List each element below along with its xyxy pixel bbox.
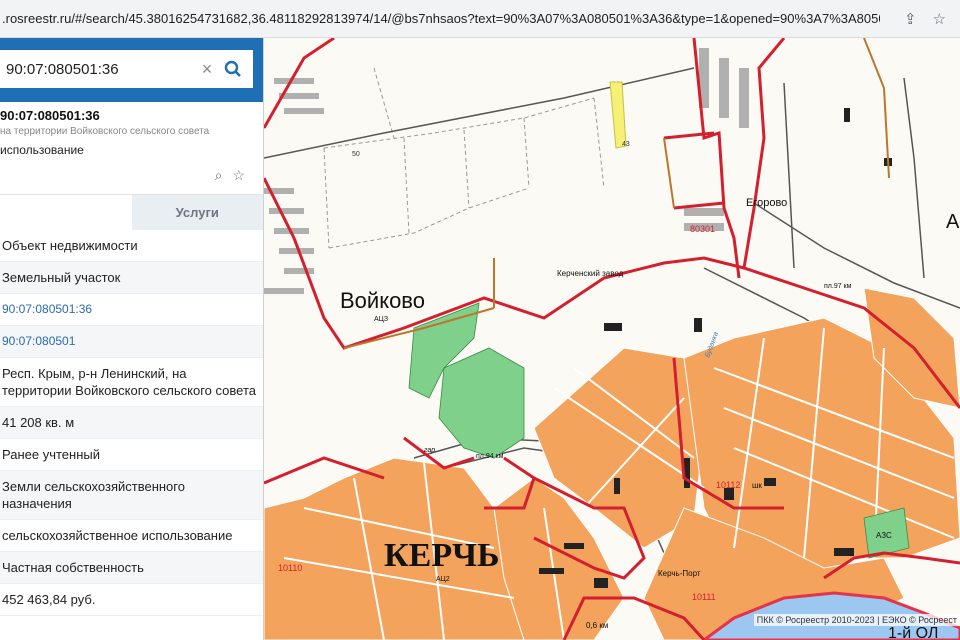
map-label-50: 50 <box>352 151 360 158</box>
search-input[interactable] <box>6 60 196 78</box>
map-label-zavod: Керченский завод <box>557 269 624 278</box>
cadastral-number-link[interactable]: 90:07:080501:36 <box>0 294 263 326</box>
map-label-voikovo: Войково <box>340 288 425 313</box>
map-label-43: 43 <box>622 141 630 148</box>
map-label-pl94: пл.94 км <box>476 453 504 460</box>
map-label-ad: АД <box>946 211 960 233</box>
map-label-egorovo: Егорово <box>746 197 787 209</box>
map-label-ats3: АЦЗ <box>374 316 388 323</box>
map-label-kerch-port: Керчь-Порт <box>658 569 701 578</box>
sidebar: × ‹ 90:07:080501:36 на территории Войков… <box>0 38 264 640</box>
map-label-10111: 10111 <box>692 592 716 602</box>
field-boundaries <box>323 67 605 249</box>
map-copyright: ПКК © Росреестр 2010-2023 | ЕЭКО © Росре… <box>753 614 960 626</box>
object-subtitle: на территории Войковского сельского сове… <box>0 126 210 137</box>
tab-info[interactable] <box>0 195 132 230</box>
search-button[interactable] <box>218 60 248 78</box>
map-label-azs: АЗС <box>876 531 892 540</box>
map-label-80301: 80301 <box>690 224 715 234</box>
map-label-pl97: пл.97 км <box>824 283 852 290</box>
residential-rows <box>264 48 749 294</box>
list-item: Ранее учтенный <box>0 439 263 471</box>
object-attributes: Объект недвижимости Земельный участок 90… <box>0 230 263 616</box>
search-box: × <box>0 50 253 88</box>
map-label-10112: 10112 <box>716 480 740 490</box>
tab-services[interactable]: Услуги <box>131 195 263 230</box>
object-header: 90:07:080501:36 на территории Войковског… <box>0 102 263 184</box>
url-text[interactable]: .rosreestr.ru/#/search/45.38016254731682… <box>0 11 880 26</box>
selected-parcel-highlight[interactable] <box>609 81 627 149</box>
object-title: 90:07:080501:36 <box>0 108 100 123</box>
map-label-km: 0,6 км <box>586 621 608 630</box>
list-item: Объект недвижимости <box>0 230 263 262</box>
list-item: Частная собственность <box>0 552 263 584</box>
map-canvas[interactable]: Войково АЦЗ КЕРЧЬ АЦ2 Егорово Керченский… <box>264 38 960 640</box>
map-label-10110: 10110 <box>278 563 302 573</box>
map-label-ats2: АЦ2 <box>436 576 450 583</box>
zoom-to-object-icon[interactable]: ⌕ <box>215 167 223 184</box>
object-usage: использование <box>0 143 84 157</box>
search-panel: × ‹ <box>0 38 263 102</box>
list-item: сельскохозяйственное использование <box>0 520 263 552</box>
star-icon[interactable]: ☆ <box>232 167 245 184</box>
map-label-bottom: 1-й ОЛ <box>888 625 938 640</box>
address-bar[interactable]: .rosreestr.ru/#/search/45.38016254731682… <box>0 0 960 38</box>
close-icon[interactable]: × <box>196 59 218 80</box>
list-item: Респ. Крым, р-н Ленинский, на территории… <box>0 358 263 407</box>
list-item: 41 208 кв. м <box>0 407 263 439</box>
star-icon[interactable]: ☆ <box>933 10 946 28</box>
map-label-gar: гар <box>424 447 435 454</box>
share-icon[interactable]: ⇪ <box>904 10 917 28</box>
list-item: Земельный участок <box>0 262 263 294</box>
search-icon <box>224 60 241 77</box>
cadastral-quarter-link[interactable]: 90:07:080501 <box>0 326 263 358</box>
info-tabs: Услуги <box>0 194 263 230</box>
map-label-kerch: КЕРЧЬ <box>384 537 500 574</box>
map-view[interactable]: Войково АЦЗ КЕРЧЬ АЦ2 Егорово Керченский… <box>264 38 960 640</box>
list-item: Земли сельскохозяйственного назначения <box>0 471 263 520</box>
map-label-shk: шк <box>752 481 762 490</box>
list-item: 452 463,84 руб. <box>0 584 263 616</box>
